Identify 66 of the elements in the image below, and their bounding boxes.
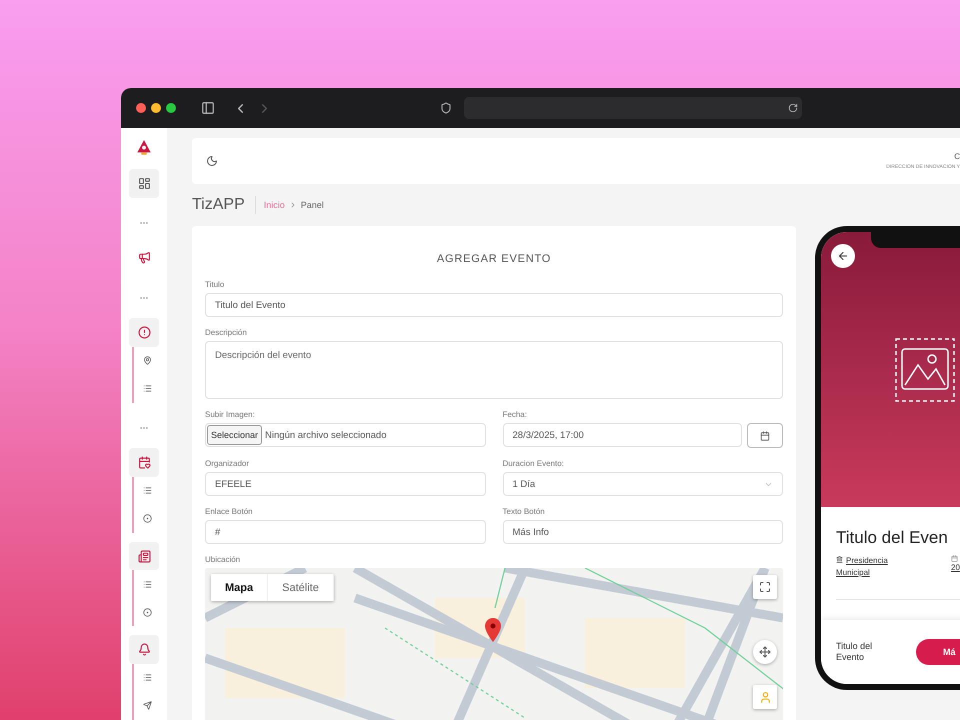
footer-title: Titulo del Evento: [836, 641, 874, 663]
nav-icon: [138, 643, 150, 656]
maximize-window-button[interactable]: [166, 103, 176, 113]
fullscreen-button[interactable]: [753, 575, 777, 599]
nav-icon: [138, 456, 150, 470]
file-field[interactable]: Seleccionar Ningún archivo seleccionado: [205, 423, 486, 447]
nav-group[interactable]: [129, 635, 159, 664]
close-window-button[interactable]: [136, 103, 146, 113]
nav-item[interactable]: [129, 169, 159, 198]
move-arrows-icon: [759, 646, 771, 658]
person-icon: [758, 690, 772, 704]
subitem-icon: [143, 580, 152, 589]
nav-icon: [138, 251, 150, 264]
subitem-icon: [143, 701, 152, 710]
subitem-icon: [143, 384, 152, 394]
nav-icon: [138, 550, 150, 563]
map-type-tab[interactable]: Satélite: [268, 574, 334, 601]
subitem-icon: [143, 673, 152, 682]
org-name: C: [954, 152, 960, 161]
event-title: Titulo del Even: [836, 527, 949, 549]
choose-file-button[interactable]: Seleccionar: [207, 425, 262, 445]
nav-group[interactable]: [129, 448, 159, 477]
calendar-button[interactable]: [747, 423, 783, 448]
subitem-icon: [143, 514, 152, 524]
field-label: Texto Botón: [502, 506, 546, 518]
calendar-icon: [760, 430, 770, 440]
nav-group[interactable]: [129, 542, 159, 570]
map-pin-icon: [485, 618, 501, 642]
subitem-icon: [143, 356, 152, 366]
more-info-button[interactable]: Má: [916, 639, 960, 665]
text-field[interactable]: EFEELE: [205, 472, 486, 496]
text-field[interactable]: Titulo del Evento: [205, 293, 783, 317]
location-link[interactable]: Presidencia Municipal: [836, 555, 908, 579]
field-label: Fecha:: [502, 409, 528, 421]
nav-icon: [138, 176, 150, 190]
building-icon: [836, 556, 843, 563]
logo-icon: [137, 140, 151, 156]
field-label: Descripción: [205, 327, 248, 339]
field-label: Duracion Evento:: [502, 458, 565, 470]
duration-select[interactable]: 1 Día: [502, 472, 783, 496]
fullscreen-icon: [759, 581, 771, 593]
field-label: Subir Imagen:: [205, 409, 256, 421]
text-field[interactable]: #: [205, 520, 486, 544]
nav-group[interactable]: [129, 318, 159, 347]
map-type-tab[interactable]: Mapa: [211, 574, 268, 601]
date-field[interactable]: 28/3/2025, 17:00: [502, 423, 742, 447]
field-label: Organizador: [205, 458, 250, 470]
subitem-icon: [143, 486, 152, 496]
nav-icon: [138, 326, 150, 339]
breadcrumb-current: Panel: [300, 200, 324, 210]
field-label: Titulo: [205, 279, 226, 291]
minimize-window-button[interactable]: [151, 103, 161, 113]
subitem-icon: [143, 608, 152, 617]
back-arrow-icon: [837, 250, 849, 262]
textarea-field[interactable]: Descripción del evento: [205, 341, 783, 399]
file-status: Ningún archivo seleccionado: [265, 430, 386, 440]
shield-icon[interactable]: [440, 102, 452, 114]
text-field[interactable]: Más Info: [502, 520, 783, 544]
field-label: Enlace Botón: [205, 506, 254, 518]
date-link[interactable]: 20: [951, 562, 960, 574]
app-title: TizAPP: [192, 196, 256, 214]
form-title: AGREGAR EVENTO: [436, 252, 552, 267]
reload-icon[interactable]: [788, 103, 798, 113]
sidebar-toggle-icon[interactable]: [201, 101, 215, 115]
field-label: Ubicación: [205, 554, 242, 566]
moon-icon[interactable]: [206, 155, 218, 167]
